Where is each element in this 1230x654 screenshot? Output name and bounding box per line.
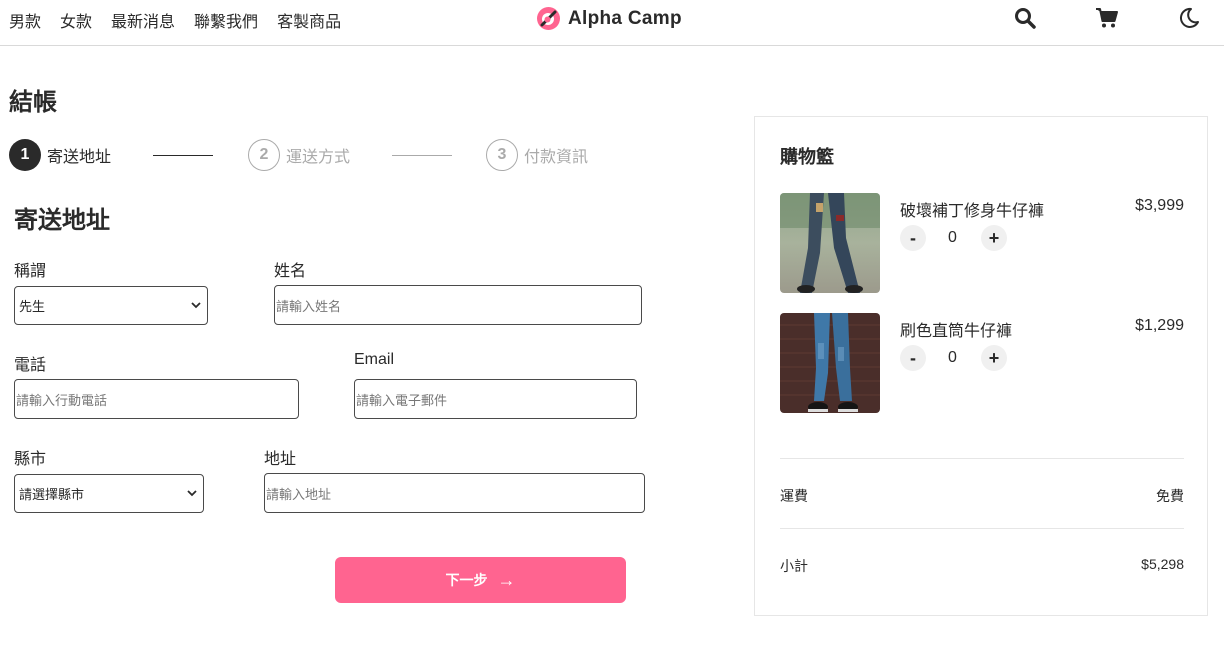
section-title: 寄送地址 xyxy=(14,207,110,234)
email-label: Email xyxy=(354,351,395,368)
phone-label: 電話 xyxy=(14,357,47,374)
name-placeholder: 請輸入姓名 xyxy=(276,298,342,314)
chevron-down-icon xyxy=(187,490,197,497)
product-image xyxy=(780,313,880,413)
nav-item-contact[interactable]: 聯繫我們 xyxy=(194,8,258,32)
brand-logo[interactable]: Alpha Camp xyxy=(536,6,682,31)
search-icon[interactable] xyxy=(1013,6,1037,30)
next-step-button[interactable]: 下一步 → xyxy=(335,557,626,603)
product-price: $3,999 xyxy=(1135,197,1184,214)
step-number-badge: 2 xyxy=(248,139,280,171)
cart-item: 破壞補丁修身牛仔褲 $3,999 - 0 + xyxy=(780,193,1184,293)
page-title: 結帳 xyxy=(9,89,57,116)
address-label: 地址 xyxy=(264,451,297,468)
moon-icon[interactable] xyxy=(1177,6,1201,30)
step-label: 付款資訊 xyxy=(524,149,589,166)
nav-item-news[interactable]: 最新消息 xyxy=(111,8,175,32)
nav-item-women[interactable]: 女款 xyxy=(60,8,92,32)
quantity-value: 0 xyxy=(948,349,957,366)
divider xyxy=(780,528,1184,529)
decrease-qty-button[interactable]: - xyxy=(900,225,926,251)
product-name: 破壞補丁修身牛仔褲 xyxy=(900,203,1045,220)
step-connector xyxy=(153,155,213,156)
chevron-down-icon xyxy=(191,302,201,309)
city-value: 請選擇縣市 xyxy=(19,487,85,502)
address-field[interactable]: 請輸入地址 xyxy=(264,473,645,513)
increase-qty-button[interactable]: + xyxy=(981,225,1007,251)
cart-title: 購物籃 xyxy=(780,147,834,167)
quantity-value: 0 xyxy=(948,229,957,246)
product-image xyxy=(780,193,880,293)
subtotal-label: 小計 xyxy=(780,558,808,574)
step-3: 3 付款資訊 xyxy=(486,139,588,171)
city-label: 縣市 xyxy=(14,451,47,468)
nav-item-men[interactable]: 男款 xyxy=(9,8,41,32)
step-label: 寄送地址 xyxy=(47,149,112,166)
phone-placeholder: 請輸入行動電話 xyxy=(16,392,108,408)
name-field[interactable]: 請輸入姓名 xyxy=(274,285,642,325)
salutation-value: 先生 xyxy=(19,299,46,314)
cart-panel: 購物籃 破壞補丁修身牛仔褲 $3,999 - 0 + 刷色直筒牛仔褲 $1,29… xyxy=(754,116,1208,616)
next-step-label: 下一步 xyxy=(445,572,488,588)
logo-text: Alpha Camp xyxy=(568,7,682,29)
subtotal-row: 小計 $5,298 xyxy=(780,556,1184,576)
top-navbar: 男款 女款 最新消息 聯繫我們 客製商品 Alpha Camp xyxy=(0,0,1224,46)
salutation-select[interactable]: 先生 xyxy=(14,286,208,325)
product-name: 刷色直筒牛仔褲 xyxy=(900,323,1013,340)
step-number-badge: 1 xyxy=(9,139,41,171)
decrease-qty-button[interactable]: - xyxy=(900,345,926,371)
step-1: 1 寄送地址 xyxy=(9,139,111,171)
step-number-badge: 3 xyxy=(486,139,518,171)
phone-field[interactable]: 請輸入行動電話 xyxy=(14,379,299,419)
name-label: 姓名 xyxy=(274,263,307,280)
cart-icon[interactable] xyxy=(1095,6,1119,30)
divider xyxy=(780,458,1184,459)
step-2: 2 運送方式 xyxy=(248,139,350,171)
shipping-row: 運費 免費 xyxy=(780,486,1184,506)
cart-item: 刷色直筒牛仔褲 $1,299 - 0 + xyxy=(780,313,1184,413)
increase-qty-button[interactable]: + xyxy=(981,345,1007,371)
step-connector xyxy=(392,155,452,156)
salutation-label: 稱謂 xyxy=(14,263,47,280)
address-placeholder: 請輸入地址 xyxy=(266,486,332,502)
city-select[interactable]: 請選擇縣市 xyxy=(14,474,204,513)
product-price: $1,299 xyxy=(1135,317,1184,334)
email-placeholder: 請輸入電子郵件 xyxy=(356,392,448,408)
main-nav: 男款 女款 最新消息 聯繫我們 客製商品 xyxy=(9,8,341,32)
step-label: 運送方式 xyxy=(286,149,351,166)
shipping-label: 運費 xyxy=(780,488,808,504)
nav-item-custom[interactable]: 客製商品 xyxy=(277,8,341,32)
email-field[interactable]: 請輸入電子郵件 xyxy=(354,379,637,419)
alpha-camp-logo-icon xyxy=(536,6,561,31)
subtotal-value: $5,298 xyxy=(1141,556,1184,572)
shipping-value: 免費 xyxy=(1156,488,1184,504)
arrow-right-icon: → xyxy=(497,569,516,590)
